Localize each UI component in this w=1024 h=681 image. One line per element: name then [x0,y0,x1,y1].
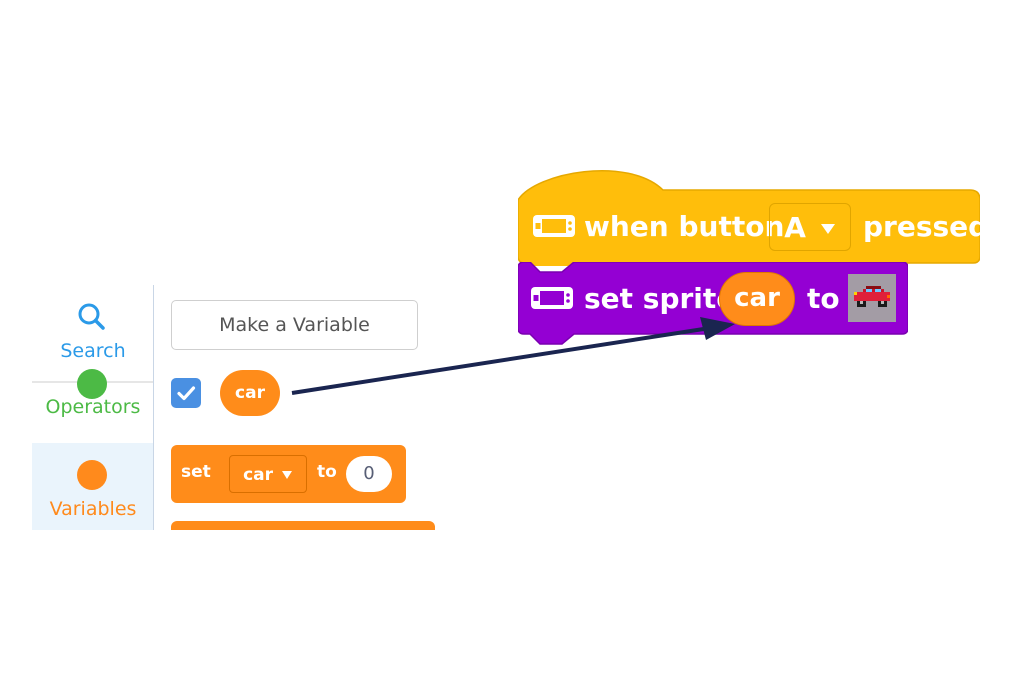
annotation-arrow [291,317,735,395]
